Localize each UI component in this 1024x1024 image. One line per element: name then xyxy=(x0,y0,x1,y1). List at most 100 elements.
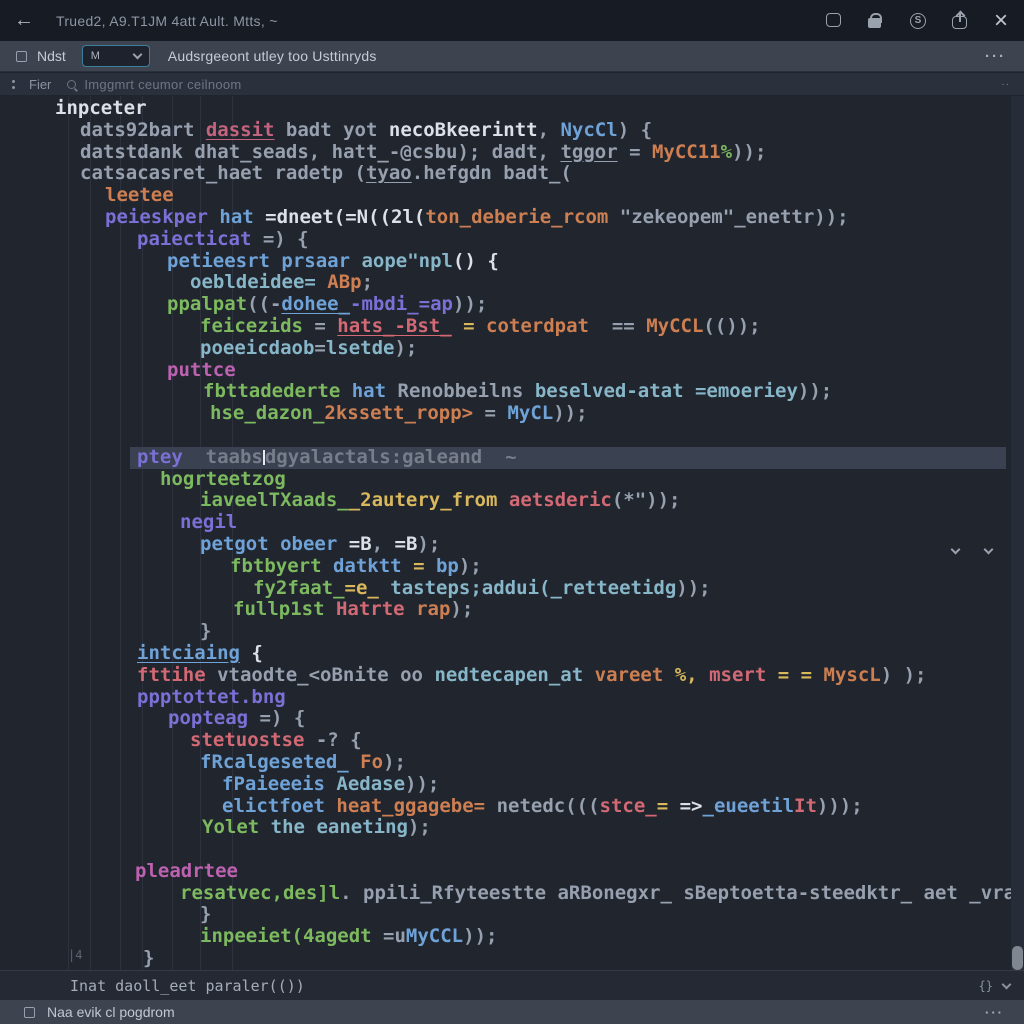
code-token xyxy=(523,380,534,402)
code-line[interactable]: hogrteetzog xyxy=(0,469,1010,491)
code-token xyxy=(305,816,316,838)
code-line[interactable]: hse_dazon_2kssett_ropp> = MyCL)); xyxy=(0,403,1010,425)
code-line[interactable]: intciaing { xyxy=(0,643,1010,665)
code-line[interactable]: leetee xyxy=(0,185,1010,207)
code-line[interactable]: inpeeiet(4agedt =uMyCCL)); xyxy=(0,926,1010,948)
stop-square-icon[interactable] xyxy=(16,51,27,62)
code-line[interactable]: paiecticat =) { xyxy=(0,229,1010,251)
status-square-icon[interactable] xyxy=(24,1007,35,1018)
code-token: MyCCL xyxy=(406,925,463,947)
footer-chevron-icon[interactable] xyxy=(1002,980,1012,990)
window-title: Trued2, A9.T1JM 4att Ault. Mtts, ~ xyxy=(56,13,278,29)
code-line[interactable]: popteag =) { xyxy=(0,708,1010,730)
code-token: ; xyxy=(362,271,373,293)
code-line[interactable]: catsacasret_haet radetp (tyao.hefgdn bad… xyxy=(0,163,1010,185)
code-line[interactable]: inpceter xyxy=(0,98,1010,120)
share-icon[interactable] xyxy=(952,16,967,29)
code-line[interactable]: feicezids = hats_-Bst_ = coterdpat == My… xyxy=(0,316,1010,338)
code-line[interactable]: } xyxy=(0,948,1010,970)
code-line[interactable]: Yolet the eaneting); xyxy=(0,817,1010,839)
footer-breadcrumb[interactable]: Inat daoll_eet paraler(()) xyxy=(70,977,305,995)
code-line[interactable]: oebldeidee= ABp; xyxy=(0,272,1010,294)
code-token: dats92bart xyxy=(80,119,206,141)
code-line[interactable]: ptey taabsdgyalactals:galeand ~ xyxy=(0,447,1010,469)
s-badge-icon[interactable]: S xyxy=(910,13,926,29)
code-line[interactable]: fbtbyert datktt = bp); xyxy=(0,556,1010,578)
code-token: pleadrtee xyxy=(135,860,238,882)
fold-chevron-icon[interactable] xyxy=(984,545,994,555)
code-token: coterdpat xyxy=(486,315,589,337)
code-token: ~ xyxy=(482,446,516,468)
code-token xyxy=(183,446,206,468)
lock-icon[interactable] xyxy=(868,18,881,28)
scrollbar-thumb[interactable] xyxy=(1012,946,1023,970)
code-line[interactable]: poeeicdaob=lsetde); xyxy=(0,338,1010,360)
code-token: iaveelTXaads_ xyxy=(200,489,349,511)
code-token: } xyxy=(200,620,211,642)
code-token: Yolet xyxy=(202,816,259,838)
fold-chevron-icon[interactable] xyxy=(951,545,961,555)
code-line[interactable]: iaveelTXaads__2autery_from aetsderic(*")… xyxy=(0,490,1010,512)
code-line[interactable]: ppalpat((-dohee_-mbdi_=ap)); xyxy=(0,294,1010,316)
code-line[interactable]: puttce xyxy=(0,360,1010,382)
code-token: inpeeiet(4agedt xyxy=(200,925,372,947)
code-token: popteag xyxy=(168,707,248,729)
code-line[interactable]: negil xyxy=(0,512,1010,534)
code-token: )); xyxy=(453,293,487,315)
code-line[interactable]: } xyxy=(0,904,1010,926)
code-line[interactable]: datstdank dhat_seads, hatt_-@csbu); dadt… xyxy=(0,142,1010,164)
file-label[interactable]: Fier xyxy=(29,77,51,92)
back-icon[interactable]: ← xyxy=(14,9,34,32)
code-line[interactable]: elictfoet heat_ggagebe= netedc(((stce_= … xyxy=(0,796,1010,818)
code-token: nedtecapen_at xyxy=(434,664,583,686)
code-line[interactable]: ppptottet.bng xyxy=(0,687,1010,709)
config-dropdown[interactable]: M xyxy=(82,45,150,67)
code-line[interactable]: fbttadederte hat Renobbeilns beselved-at… xyxy=(0,381,1010,403)
code-editor[interactable]: inpceterdats92bart dassit badt yot necoB… xyxy=(0,96,1024,970)
code-line[interactable]: stetuostse -? { xyxy=(0,730,1010,752)
code-token: vtaodte_<oBnite oo xyxy=(217,664,423,686)
kebab-dots-icon[interactable] xyxy=(12,80,15,83)
code-token: . ppili_Rfyteestte aRBonegxr_ sBeptoetta… xyxy=(340,882,1024,904)
code-line[interactable]: } xyxy=(0,621,1010,643)
code-token: %, xyxy=(675,664,698,686)
code-token: ) { xyxy=(618,119,652,141)
code-line[interactable]: resatvec,des]l. ppili_Rfyteestte aRBoneg… xyxy=(0,883,1010,905)
code-token xyxy=(698,664,709,686)
code-line[interactable]: dats92bart dassit badt yot necoBkeerintt… xyxy=(0,120,1010,142)
code-line[interactable]: petgot obeer =B, =B); xyxy=(0,534,1010,556)
code-line[interactable] xyxy=(0,839,1010,861)
scrollbar-track[interactable] xyxy=(1011,96,1024,970)
code-token: poeeicdaob xyxy=(200,337,314,359)
code-line[interactable]: fPaieeeis Aedase)); xyxy=(0,774,1010,796)
code-token: , xyxy=(538,119,561,141)
code-token: =emoeriey xyxy=(684,380,798,402)
code-line[interactable] xyxy=(0,425,1010,447)
braces-icon[interactable]: {} xyxy=(979,979,993,993)
code-line[interactable]: fy2faat_=e_ tasteps;addui(_retteetidg)); xyxy=(0,578,1010,600)
close-icon[interactable]: × xyxy=(994,13,1008,29)
pathbar-more-icon[interactable]: ·· xyxy=(1001,79,1010,90)
code-line[interactable]: fRcalgeseted_ Fo); xyxy=(0,752,1010,774)
code-token: =u xyxy=(372,925,406,947)
code-line[interactable]: fttihe vtaodte_<oBnite oo nedtecapen_at … xyxy=(0,665,1010,687)
window-icon[interactable] xyxy=(826,13,841,27)
code-content[interactable]: inpceterdats92bart dassit badt yot necoB… xyxy=(0,98,1010,970)
status-more-icon[interactable]: ··· xyxy=(985,1005,1004,1020)
code-token: = xyxy=(463,315,474,337)
code-token xyxy=(497,489,508,511)
code-line[interactable]: pleadrtee xyxy=(0,861,1010,883)
code-line[interactable]: peieskper hat =dneet(=N((2l(ton_deberie_… xyxy=(0,207,1010,229)
config-dropdown-value: M xyxy=(91,50,100,62)
code-token: ) ); xyxy=(881,664,927,686)
code-token: paiecticat xyxy=(137,228,251,250)
code-line[interactable]: fullp1st Hatrte rap); xyxy=(0,599,1010,621)
code-token: fbttadederte xyxy=(203,380,340,402)
code-token: )); xyxy=(732,141,766,163)
code-line[interactable]: petieesrt prsaar aope"npl() { xyxy=(0,251,1010,273)
search-icon[interactable] xyxy=(67,80,76,89)
code-token: =) { xyxy=(251,228,308,250)
more-menu-icon[interactable]: ··· xyxy=(985,48,1006,65)
code-token: lsetde xyxy=(326,337,395,359)
code-token: badt yot xyxy=(274,119,388,141)
